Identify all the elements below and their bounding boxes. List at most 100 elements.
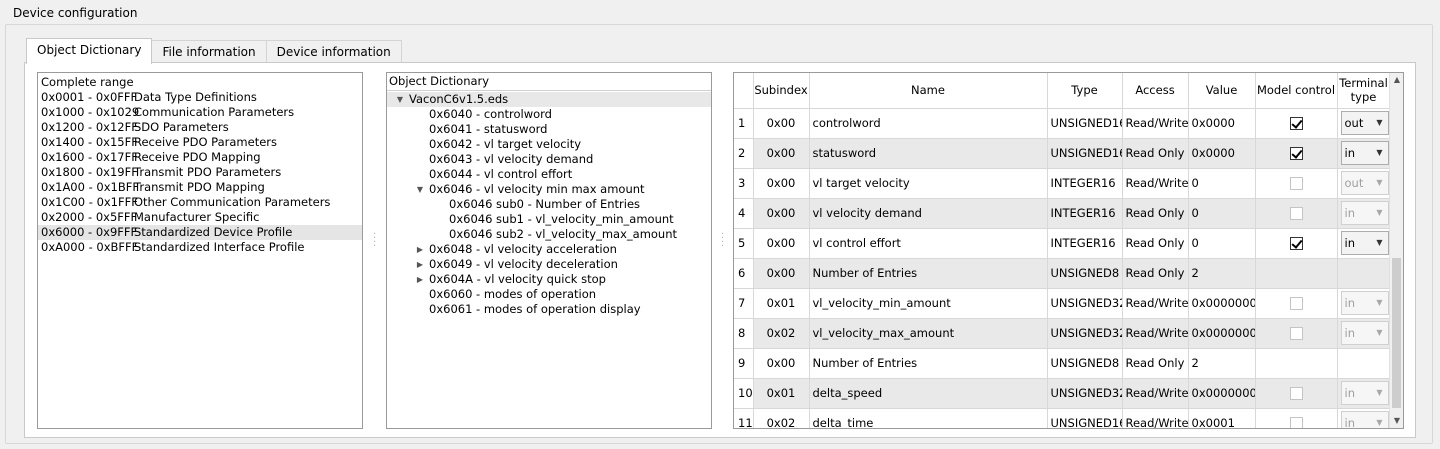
name-cell[interactable]: Number of Entries	[809, 348, 1048, 379]
subindex-cell[interactable]: 0x00	[753, 348, 810, 379]
subindex-cell[interactable]: 0x02	[753, 408, 810, 428]
model-control-checkbox[interactable]	[1289, 147, 1303, 160]
access-cell[interactable]: Read/Write	[1122, 168, 1189, 199]
column-header-terminal-type[interactable]: Terminal type	[1337, 73, 1391, 109]
type-cell[interactable]: UNSIGNED8	[1047, 348, 1123, 379]
access-cell[interactable]: Read/Write	[1122, 108, 1189, 139]
name-cell[interactable]: delta_speed	[809, 378, 1048, 409]
type-cell[interactable]: UNSIGNED16	[1047, 408, 1123, 428]
subindex-cell[interactable]: 0x00	[753, 228, 810, 259]
tree-item[interactable]: 0x6046 sub1 - vl_velocity_min_amount	[387, 212, 711, 227]
terminal-type-cell[interactable]: in ▼	[1337, 408, 1391, 428]
type-cell[interactable]: UNSIGNED16	[1047, 108, 1123, 139]
access-cell[interactable]: Read Only	[1122, 348, 1189, 379]
column-header-access[interactable]: Access	[1122, 73, 1189, 109]
table-row[interactable]: 8 0x02 vl_velocity_max_amount UNSIGNED32 Rea…	[734, 318, 1391, 349]
type-cell[interactable]: UNSIGNED32	[1047, 318, 1123, 349]
value-cell[interactable]: 2	[1188, 348, 1256, 379]
terminal-type-cell[interactable]: in ▼	[1337, 198, 1391, 229]
value-cell[interactable]: 0	[1188, 198, 1256, 229]
value-cell[interactable]: 0x0001	[1188, 408, 1256, 428]
column-header-model-control[interactable]: Model control	[1255, 73, 1338, 109]
column-header-type[interactable]: Type	[1047, 73, 1123, 109]
tree-item[interactable]: ▶ 0x604A - vl velocity quick stop	[387, 272, 711, 287]
model-control-cell[interactable]	[1255, 318, 1338, 349]
type-cell[interactable]: UNSIGNED32	[1047, 288, 1123, 319]
range-list-item[interactable]: 0x1C00 - 0x1FFFOther Communication Param…	[38, 195, 362, 210]
access-cell[interactable]: Read Only	[1122, 138, 1189, 169]
terminal-type-cell[interactable]: in ▼	[1337, 378, 1391, 409]
name-cell[interactable]: vl_velocity_max_amount	[809, 318, 1048, 349]
access-cell[interactable]: Read Only	[1122, 258, 1189, 289]
subindex-cell[interactable]: 0x00	[753, 168, 810, 199]
model-control-cell[interactable]	[1255, 408, 1338, 428]
terminal-type-cell[interactable]: in ▼	[1337, 228, 1391, 259]
model-control-cell[interactable]	[1255, 378, 1338, 409]
terminal-type-cell[interactable]: out ▼	[1337, 168, 1391, 199]
table-row[interactable]: 1 0x00 controlword UNSIGNED16 Read/Write 0x00…	[734, 108, 1391, 139]
splitter-handle[interactable]: · · · ·	[373, 230, 376, 252]
model-control-cell[interactable]	[1255, 108, 1338, 139]
tree-item[interactable]: 0x6040 - controlword	[387, 107, 711, 122]
model-control-checkbox[interactable]	[1289, 117, 1303, 130]
access-cell[interactable]: Read Only	[1122, 198, 1189, 229]
access-cell[interactable]: Read/Write	[1122, 378, 1189, 409]
terminal-type-cell[interactable]: in ▼	[1337, 288, 1391, 319]
name-cell[interactable]: vl control effort	[809, 228, 1048, 259]
scroll-up-icon[interactable]: ▲	[1390, 73, 1403, 87]
tree-item[interactable]: 0x6060 - modes of operation	[387, 287, 711, 302]
name-cell[interactable]: delta_time	[809, 408, 1048, 428]
terminal-type-cell[interactable]: out ▼	[1337, 108, 1391, 139]
value-cell[interactable]: 0x00000000	[1188, 378, 1256, 409]
range-list-item[interactable]: 0x0001 - 0x0FFFData Type Definitions	[38, 90, 362, 105]
range-list-item[interactable]: 0x1600 - 0x17FFReceive PDO Mapping	[38, 150, 362, 165]
table-row[interactable]: 7 0x01 vl_velocity_min_amount UNSIGNED32 Rea…	[734, 288, 1391, 319]
model-control-cell[interactable]	[1255, 168, 1338, 199]
scroll-down-icon[interactable]: ▼	[1390, 414, 1403, 428]
triangle-right-icon[interactable]: ▶	[415, 272, 425, 287]
range-list-item[interactable]: 0x1200 - 0x12FFSDO Parameters	[38, 120, 362, 135]
triangle-right-icon[interactable]: ▶	[415, 242, 425, 257]
triangle-down-icon[interactable]: ▼	[415, 182, 425, 197]
table-vertical-scrollbar[interactable]: ▲ ▼	[1389, 73, 1403, 428]
triangle-down-icon[interactable]: ▼	[395, 92, 405, 107]
column-header-name[interactable]: Name	[809, 73, 1048, 109]
name-cell[interactable]: vl target velocity	[809, 168, 1048, 199]
tab-file-information[interactable]: File information	[151, 40, 267, 64]
value-cell[interactable]: 0	[1188, 168, 1256, 199]
table-row[interactable]: 5 0x00 vl control effort INTEGER16 Read Only…	[734, 228, 1391, 259]
model-control-cell[interactable]	[1255, 348, 1338, 379]
tree-item[interactable]: ▶ 0x6048 - vl velocity acceleration	[387, 242, 711, 257]
access-cell[interactable]: Read/Write	[1122, 408, 1189, 428]
terminal-type-select[interactable]: out ▼	[1340, 111, 1389, 135]
tree-item[interactable]: 0x6041 - statusword	[387, 122, 711, 137]
range-list-item[interactable]: 0x1A00 - 0x1BFFTransmit PDO Mapping	[38, 180, 362, 195]
range-list-item[interactable]: 0x1800 - 0x19FFTransmit PDO Parameters	[38, 165, 362, 180]
scrollbar-thumb[interactable]	[1392, 258, 1401, 408]
tree-item[interactable]: ▶ 0x6049 - vl velocity deceleration	[387, 257, 711, 272]
tree-item[interactable]: 0x6043 - vl velocity demand	[387, 152, 711, 167]
tree-item[interactable]: 0x6042 - vl target velocity	[387, 137, 711, 152]
terminal-type-cell[interactable]	[1337, 348, 1391, 379]
table-row[interactable]: 2 0x00 statusword UNSIGNED16 Read Only 0x0000…	[734, 138, 1391, 169]
model-control-cell[interactable]	[1255, 228, 1338, 259]
terminal-type-cell[interactable]: in ▼	[1337, 318, 1391, 349]
range-list-item[interactable]: 0x6000 - 0x9FFFStandardized Device Profi…	[38, 225, 362, 240]
tree-item[interactable]: 0x6061 - modes of operation display	[387, 302, 711, 317]
table-row[interactable]: 9 0x00 Number of Entries UNSIGNED8 Read Only…	[734, 348, 1391, 379]
model-control-cell[interactable]	[1255, 138, 1338, 169]
subindex-cell[interactable]: 0x00	[753, 258, 810, 289]
access-cell[interactable]: Read/Write	[1122, 288, 1189, 319]
model-control-cell[interactable]	[1255, 258, 1338, 289]
subindex-cell[interactable]: 0x00	[753, 198, 810, 229]
model-control-checkbox[interactable]	[1289, 237, 1303, 250]
name-cell[interactable]: vl velocity demand	[809, 198, 1048, 229]
column-header-subindex[interactable]: Subindex	[753, 73, 810, 109]
value-cell[interactable]: 0x00000000	[1188, 288, 1256, 319]
column-header-value[interactable]: Value	[1188, 73, 1256, 109]
table-row[interactable]: 10 0x01 delta_speed UNSIGNED32 Read/Write 0x0…	[734, 378, 1391, 409]
tab-object-dictionary[interactable]: Object Dictionary	[26, 38, 153, 64]
range-list-header[interactable]: Complete range	[38, 75, 362, 90]
type-cell[interactable]: UNSIGNED8	[1047, 258, 1123, 289]
value-cell[interactable]: 0x0000	[1188, 138, 1256, 169]
